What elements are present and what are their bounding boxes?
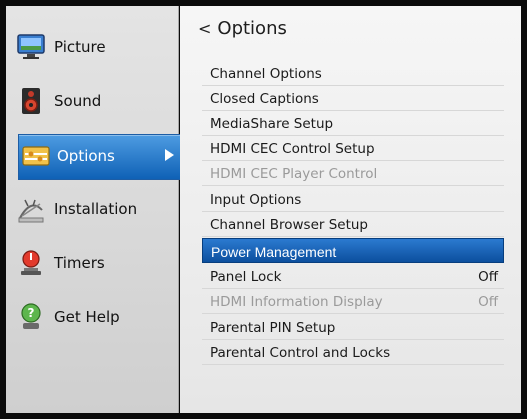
menu-item-label: HDMI CEC Control Setup bbox=[210, 141, 375, 157]
sidebar-item-get-help[interactable]: ? Get Help bbox=[6, 296, 178, 340]
options-icon bbox=[22, 146, 50, 166]
menu-item-label: HDMI Information Display bbox=[210, 294, 383, 310]
svg-text:?: ? bbox=[28, 306, 35, 320]
options-panel: < Options Channel Options Closed Captions… bbox=[180, 6, 521, 413]
menu-item-power-management[interactable]: Power Management bbox=[202, 238, 504, 263]
menu-item-label: Closed Captions bbox=[210, 91, 319, 107]
menu-item-label: Input Options bbox=[210, 192, 302, 208]
tv-screen-frame: Picture Sound Options Installation Timer… bbox=[0, 0, 527, 419]
menu-item-hdmi-cec-control-setup[interactable]: HDMI CEC Control Setup bbox=[202, 136, 504, 161]
back-chevron-icon[interactable]: < bbox=[198, 19, 211, 38]
menu-item-closed-captions[interactable]: Closed Captions bbox=[202, 86, 504, 111]
menu-item-channel-browser-setup[interactable]: Channel Browser Setup bbox=[202, 212, 504, 237]
sidebar-item-label: Picture bbox=[54, 38, 106, 56]
menu-item-label: Parental Control and Locks bbox=[210, 345, 391, 361]
sidebar-item-label: Sound bbox=[54, 92, 102, 110]
menu-item-channel-options[interactable]: Channel Options bbox=[202, 61, 504, 86]
sidebar-item-label: Options bbox=[57, 147, 115, 165]
menu-item-hdmi-information-display: HDMI Information Display Off bbox=[202, 289, 504, 314]
sidebar-item-options[interactable]: Options bbox=[18, 134, 183, 180]
sidebar-item-picture[interactable]: Picture bbox=[6, 26, 178, 70]
menu-item-parental-control-and-locks[interactable]: Parental Control and Locks bbox=[202, 340, 504, 365]
monitor-icon bbox=[17, 34, 45, 59]
page-title-text: Options bbox=[217, 18, 287, 39]
menu-item-parental-pin-setup[interactable]: Parental PIN Setup bbox=[202, 315, 504, 340]
arrow-right-icon bbox=[165, 149, 174, 161]
menu-item-label: MediaShare Setup bbox=[210, 116, 334, 132]
sidebar-item-label: Timers bbox=[54, 254, 105, 272]
speaker-icon bbox=[22, 88, 40, 114]
help-icon: ? bbox=[21, 303, 41, 329]
page-title: < Options bbox=[198, 18, 287, 39]
sidebar-item-timers[interactable]: Timers bbox=[6, 242, 178, 286]
menu-item-label: Channel Options bbox=[210, 66, 322, 82]
menu-item-hdmi-cec-player-control: HDMI CEC Player Control bbox=[202, 161, 504, 186]
menu-item-label: Parental PIN Setup bbox=[210, 320, 336, 336]
sidebar-item-label: Get Help bbox=[54, 308, 120, 326]
menu-item-panel-lock[interactable]: Panel Lock Off bbox=[202, 264, 504, 289]
sidebar-item-sound[interactable]: Sound bbox=[6, 80, 178, 124]
sidebar-item-label: Installation bbox=[54, 200, 138, 218]
menu-item-label: Power Management bbox=[211, 244, 337, 260]
menu-item-value: Off bbox=[478, 294, 498, 310]
timer-icon bbox=[21, 250, 41, 275]
menu-item-label: Panel Lock bbox=[210, 269, 282, 285]
menu-item-label: Channel Browser Setup bbox=[210, 217, 369, 233]
satellite-dish-icon bbox=[18, 199, 44, 223]
menu-item-input-options[interactable]: Input Options bbox=[202, 187, 504, 212]
menu-item-mediashare-setup[interactable]: MediaShare Setup bbox=[202, 111, 504, 136]
menu-item-value: Off bbox=[478, 269, 498, 285]
menu-item-label: HDMI CEC Player Control bbox=[210, 166, 378, 182]
sidebar-item-installation[interactable]: Installation bbox=[6, 188, 178, 232]
sidebar: Picture Sound Options Installation Timer… bbox=[6, 6, 183, 413]
